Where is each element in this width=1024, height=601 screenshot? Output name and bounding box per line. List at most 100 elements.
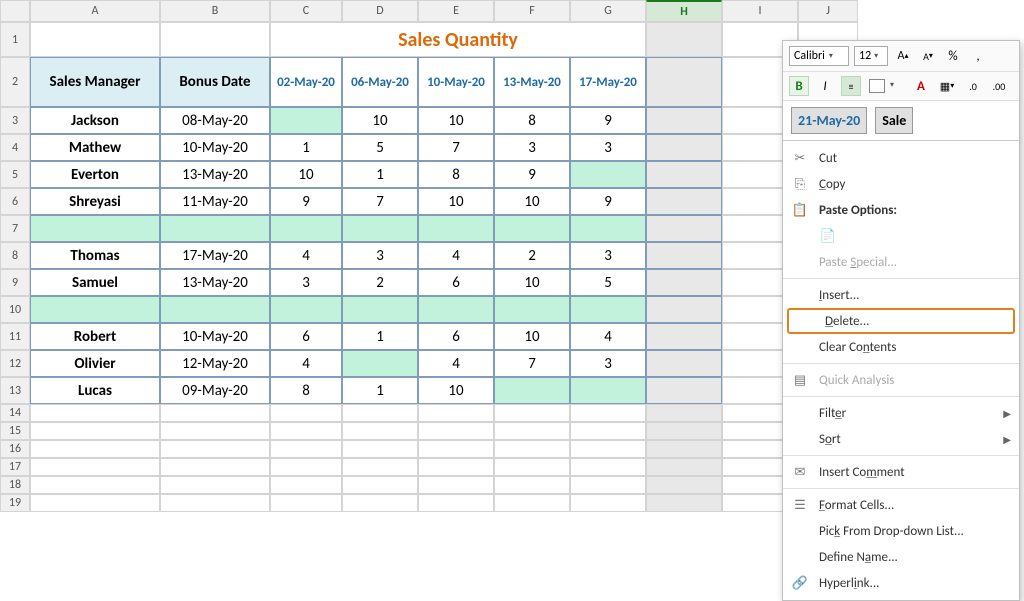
cell[interactable]	[418, 476, 494, 494]
cell-value[interactable]: 9	[570, 188, 646, 215]
menu-define-name[interactable]: Define Name...	[783, 544, 1019, 570]
cell-value[interactable]: 9	[494, 161, 570, 188]
italic-button[interactable]: I	[815, 76, 835, 96]
row-header-17[interactable]: 17	[0, 458, 30, 476]
cell[interactable]	[494, 458, 570, 476]
date-header[interactable]: 02-May-20	[270, 57, 342, 107]
cell[interactable]	[570, 494, 646, 512]
cell-value[interactable]: 4	[270, 242, 342, 269]
cell[interactable]	[646, 404, 722, 422]
row-header-14[interactable]: 14	[0, 404, 30, 422]
font-size-select[interactable]: 12▾	[854, 46, 888, 66]
cell-value[interactable]: 10	[342, 107, 418, 134]
row-header-15[interactable]: 15	[0, 422, 30, 440]
cell[interactable]	[646, 242, 722, 269]
cell[interactable]	[30, 404, 160, 422]
cell-value[interactable]: 8	[418, 161, 494, 188]
cell[interactable]	[494, 422, 570, 440]
row-header-3[interactable]: 3	[0, 107, 30, 134]
cell-value[interactable]: 6	[270, 323, 342, 350]
cell[interactable]	[270, 476, 342, 494]
cell-value[interactable]: 10	[494, 323, 570, 350]
cell-value[interactable]: 10	[494, 188, 570, 215]
cell-value[interactable]	[494, 377, 570, 404]
cell-value[interactable]: 6	[418, 269, 494, 296]
decimal-dec-button[interactable]: .0	[963, 76, 983, 96]
cell-empty[interactable]	[494, 215, 570, 242]
cell-manager[interactable]: Olivier	[30, 350, 160, 377]
cell-value[interactable]: 9	[570, 107, 646, 134]
date-header[interactable]: 13-May-20	[494, 57, 570, 107]
row-header-9[interactable]: 9	[0, 269, 30, 296]
row-header-13[interactable]: 13	[0, 377, 30, 404]
cell-value[interactable]: 8	[494, 107, 570, 134]
title-cell[interactable]: Sales Quantity	[270, 22, 646, 57]
cell[interactable]	[160, 458, 270, 476]
cell[interactable]	[646, 440, 722, 458]
cell[interactable]	[342, 440, 418, 458]
cell-value[interactable]: 2	[342, 269, 418, 296]
cell-value[interactable]: 5	[342, 134, 418, 161]
cell-empty[interactable]	[418, 296, 494, 323]
cell-manager[interactable]: Samuel	[30, 269, 160, 296]
cell[interactable]	[160, 22, 270, 57]
cell-bonus-date[interactable]: 17-May-20	[160, 242, 270, 269]
cell-empty[interactable]	[342, 296, 418, 323]
cell-value[interactable]: 6	[418, 323, 494, 350]
bold-button[interactable]: B	[789, 76, 809, 96]
cell[interactable]	[570, 476, 646, 494]
cell-empty[interactable]	[570, 296, 646, 323]
cell[interactable]	[342, 476, 418, 494]
cell-manager[interactable]: Mathew	[30, 134, 160, 161]
col-header-A[interactable]: A	[30, 0, 160, 22]
cell[interactable]	[646, 57, 722, 107]
menu-format-cells[interactable]: ☰Format Cells...	[783, 492, 1019, 518]
cell[interactable]	[160, 422, 270, 440]
cell-bonus-date[interactable]: 13-May-20	[160, 161, 270, 188]
cell-manager[interactable]: Lucas	[30, 377, 160, 404]
decimal-inc-button[interactable]: .00	[989, 76, 1009, 96]
menu-insert[interactable]: Insert...	[783, 282, 1019, 308]
menu-pick-list[interactable]: Pick From Drop-down List...	[783, 518, 1019, 544]
col-header-F[interactable]: F	[494, 0, 570, 22]
row-header-5[interactable]: 5	[0, 161, 30, 188]
cell[interactable]	[160, 494, 270, 512]
menu-hyperlink[interactable]: 🔗Hyperlink...	[783, 570, 1019, 596]
cell[interactable]	[646, 188, 722, 215]
cell-value[interactable]: 10	[418, 377, 494, 404]
fill-color-button[interactable]	[867, 76, 887, 96]
cell[interactable]	[160, 440, 270, 458]
cell-value[interactable]: 2	[494, 242, 570, 269]
cell[interactable]	[570, 422, 646, 440]
cell[interactable]	[646, 458, 722, 476]
cell[interactable]	[30, 476, 160, 494]
row-header-11[interactable]: 11	[0, 323, 30, 350]
cell[interactable]	[342, 422, 418, 440]
cell-bonus-date[interactable]: 12-May-20	[160, 350, 270, 377]
cell[interactable]	[418, 422, 494, 440]
cell-empty[interactable]	[418, 215, 494, 242]
cell-bonus-date[interactable]: 13-May-20	[160, 269, 270, 296]
row-header-4[interactable]: 4	[0, 134, 30, 161]
cell[interactable]	[160, 404, 270, 422]
cell[interactable]	[270, 404, 342, 422]
row-header-10[interactable]: 10	[0, 296, 30, 323]
cell-value[interactable]: 5	[570, 269, 646, 296]
row-header-12[interactable]: 12	[0, 350, 30, 377]
row-header-19[interactable]: 19	[0, 494, 30, 512]
date-header[interactable]: 17-May-20	[570, 57, 646, 107]
cell[interactable]	[270, 440, 342, 458]
borders-button[interactable]: ▦▾	[937, 76, 957, 96]
col-header-H[interactable]: H	[646, 0, 722, 22]
cell-value[interactable]	[570, 377, 646, 404]
increase-font-icon[interactable]: A▴	[893, 46, 913, 66]
row-header-7[interactable]: 7	[0, 215, 30, 242]
cell-value[interactable]: 10	[418, 107, 494, 134]
cell-manager[interactable]: Shreyasi	[30, 188, 160, 215]
cell-value[interactable]: 10	[270, 161, 342, 188]
cell-value[interactable]: 1	[342, 377, 418, 404]
cell-value[interactable]: 7	[342, 188, 418, 215]
date-header[interactable]: 06-May-20	[342, 57, 418, 107]
cell-manager[interactable]: Robert	[30, 323, 160, 350]
cell-value[interactable]	[270, 107, 342, 134]
